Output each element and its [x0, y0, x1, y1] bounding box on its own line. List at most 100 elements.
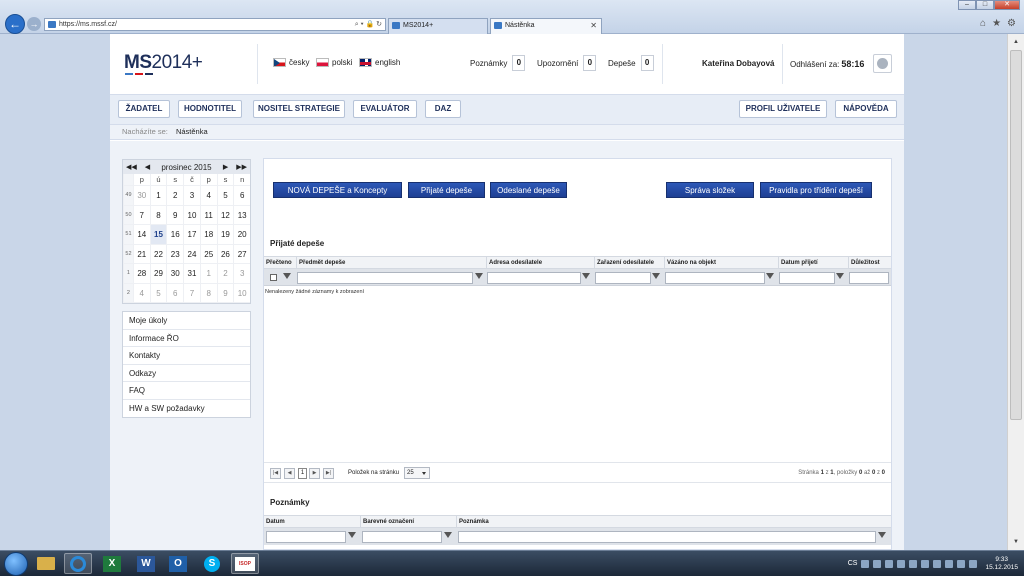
skype-icon[interactable]: S	[198, 553, 226, 574]
sync-icon[interactable]	[909, 559, 918, 568]
prev-page-button[interactable]: ◀	[284, 468, 295, 479]
filter-importance-input[interactable]	[849, 272, 889, 284]
filter-icon[interactable]	[652, 273, 660, 279]
calendar-day[interactable]: 7	[132, 205, 150, 225]
clock[interactable]: 9:33 15.12.2015	[985, 556, 1018, 572]
col-datum[interactable]: Datum	[264, 516, 360, 528]
filter-category-input[interactable]	[595, 272, 651, 284]
skype-tray-icon[interactable]	[885, 559, 894, 568]
word-icon[interactable]: W	[132, 553, 160, 574]
calendar-day[interactable]: 9	[216, 283, 234, 303]
calendar-day[interactable]: 13	[233, 205, 251, 225]
calendar-day[interactable]: 22	[149, 244, 167, 264]
col-datum-prijeti[interactable]: Datum přijetí	[778, 257, 848, 269]
calendar-day[interactable]: 6	[233, 186, 251, 206]
filter-icon[interactable]	[582, 273, 590, 279]
minimize-button[interactable]: –	[958, 0, 976, 10]
sidebar-item-hw-sw[interactable]: HW a SW požadavky	[123, 400, 250, 418]
filter-color-input[interactable]	[362, 531, 442, 543]
menu-napoveda[interactable]: NÁPOVĚDA	[835, 100, 897, 118]
update-icon[interactable]	[897, 559, 906, 568]
refresh-icon[interactable]: ↻	[376, 21, 382, 28]
calendar-day[interactable]: 1	[199, 264, 217, 284]
logout-button[interactable]	[873, 54, 892, 73]
calendar-day[interactable]: 24	[183, 244, 200, 264]
calendar-day[interactable]: 27	[233, 244, 251, 264]
calendar-day[interactable]: 28	[132, 264, 150, 284]
scroll-thumb[interactable]	[1010, 50, 1022, 420]
prev-year-icon[interactable]: ◀◀	[126, 163, 137, 171]
flag-icon[interactable]	[969, 559, 978, 568]
home-icon[interactable]: ⌂	[980, 18, 986, 29]
calendar-title[interactable]: prosinec 2015	[161, 163, 211, 172]
display-icon[interactable]	[933, 559, 942, 568]
start-button[interactable]	[4, 552, 28, 576]
next-month-icon[interactable]: ▶	[223, 163, 228, 171]
calendar-day[interactable]: 4	[199, 186, 217, 206]
network-icon[interactable]	[945, 559, 954, 568]
scroll-up-icon[interactable]: ▲	[1010, 36, 1022, 48]
calendar-day[interactable]: 8	[199, 283, 217, 303]
calendar-day[interactable]: 3	[233, 264, 251, 284]
page-size-select[interactable]: 25	[404, 467, 430, 479]
calendar-day[interactable]: 31	[183, 264, 200, 284]
menu-daz[interactable]: DAZ	[425, 100, 461, 118]
calendar-day[interactable]: 19	[216, 225, 234, 245]
tab-nastenka[interactable]: Nástěnka ✕	[490, 18, 602, 34]
calendar-day[interactable]: 6	[166, 283, 184, 303]
first-page-button[interactable]: |◀	[270, 468, 281, 479]
calendar-day[interactable]: 30	[132, 186, 150, 206]
outlook-tray-icon[interactable]	[873, 559, 882, 568]
security-icon[interactable]	[921, 559, 930, 568]
next-page-button[interactable]: ▶	[309, 468, 320, 479]
calendar-day[interactable]: 14	[132, 225, 150, 245]
file-explorer-icon[interactable]	[32, 553, 60, 574]
filter-icon[interactable]	[475, 273, 483, 279]
menu-evaluator[interactable]: EVALUÁTOR	[353, 100, 417, 118]
calendar-day[interactable]: 7	[183, 283, 200, 303]
sidebar-item-odkazy[interactable]: Odkazy	[123, 365, 250, 382]
filter-date-input[interactable]	[779, 272, 835, 284]
lock-icon[interactable]: ▾ 🔒	[361, 21, 375, 28]
calendar-day[interactable]: 16	[166, 225, 184, 245]
calendar-day[interactable]: 29	[149, 264, 167, 284]
calendar-day[interactable]: 18	[199, 225, 217, 245]
filter-object-input[interactable]	[665, 272, 765, 284]
filter-address-input[interactable]	[487, 272, 581, 284]
calendar-day[interactable]: 2	[216, 264, 234, 284]
sent-messages-button[interactable]: Odeslané depeše	[490, 182, 567, 198]
col-predmet[interactable]: Předmět depeše	[296, 257, 486, 269]
language-en[interactable]: english	[359, 58, 400, 67]
calendar-day[interactable]: 25	[199, 244, 217, 264]
col-precteno[interactable]: Přečteno	[264, 257, 296, 269]
calendar-day[interactable]: 10	[183, 205, 200, 225]
messages-counter[interactable]: Depeše 0	[608, 55, 654, 71]
address-bar[interactable]: https://ms.mssf.cz/ ⌕ ▾ 🔒 ↻	[44, 18, 386, 31]
col-vazano[interactable]: Vázáno na objekt	[664, 257, 778, 269]
tab-ms2014[interactable]: MS2014+	[388, 18, 488, 34]
col-zarazeni[interactable]: Zařazení odesílatele	[594, 257, 664, 269]
gear-icon[interactable]: ⚙	[1007, 18, 1016, 29]
calendar-day[interactable]: 23	[166, 244, 184, 264]
tab-close-icon[interactable]: ✕	[590, 19, 597, 33]
search-icon[interactable]: ⌕	[355, 21, 359, 28]
menu-nositel-strategie[interactable]: NOSITEL STRATEGIE	[253, 100, 345, 118]
calendar-day[interactable]: 1	[149, 186, 167, 206]
back-button[interactable]: ←	[5, 14, 25, 34]
prev-month-icon[interactable]: ◀	[145, 163, 150, 171]
calendar-day[interactable]: 5	[216, 186, 234, 206]
notes-counter[interactable]: Poznámky 0	[470, 55, 526, 71]
sidebar-item-moje-ukoly[interactable]: Moje úkoly	[123, 312, 250, 330]
close-window-button[interactable]: ✕	[994, 0, 1020, 10]
filter-icon[interactable]	[444, 532, 452, 538]
bluetooth-icon[interactable]	[861, 559, 870, 568]
calendar-day[interactable]: 17	[183, 225, 200, 245]
filter-icon[interactable]	[348, 532, 356, 538]
scroll-down-icon[interactable]: ▼	[1010, 536, 1022, 548]
received-messages-button[interactable]: Přijaté depeše	[408, 182, 485, 198]
internet-explorer-icon[interactable]	[64, 553, 92, 574]
menu-zadatel[interactable]: ŽADATEL	[118, 100, 170, 118]
col-dulezitost[interactable]: Důležitost	[848, 257, 891, 269]
sidebar-item-faq[interactable]: FAQ	[123, 382, 250, 400]
manage-folders-button[interactable]: Správa složek	[666, 182, 754, 198]
